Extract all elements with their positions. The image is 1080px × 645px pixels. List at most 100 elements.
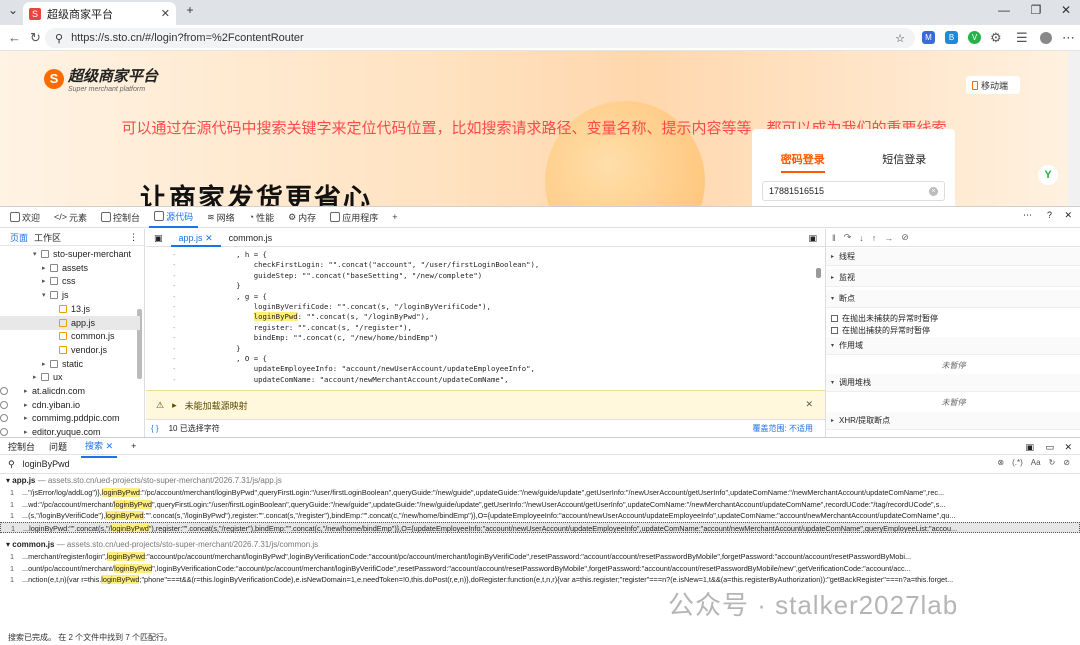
nav-tab-workspace[interactable]: 工作区 (34, 231, 61, 244)
code-line[interactable]: - , O = { (146, 354, 806, 364)
toggle-navigator-icon[interactable]: ▣ (146, 229, 171, 247)
close-devtools-icon[interactable]: ✕ (1064, 210, 1072, 221)
line-gutter[interactable]: - (146, 375, 201, 385)
section-breakpoints[interactable]: ▾ 断点 (826, 290, 1080, 308)
add-tool-button[interactable]: + (387, 207, 402, 228)
pause-caught-checkbox[interactable]: 在抛出捕获的异常时暂停 (831, 325, 930, 336)
tree-item[interactable]: ▸ static (0, 357, 140, 371)
more-icon[interactable]: ⋯ (1062, 30, 1075, 46)
line-gutter[interactable]: - (146, 292, 201, 302)
tab-welcome[interactable]: 欢迎 (5, 207, 45, 228)
case-toggle[interactable]: Aa (1031, 458, 1041, 467)
section-call-stack[interactable]: ▾ 调用堆栈 (826, 374, 1080, 392)
step-over-icon[interactable]: ↷ (844, 232, 852, 243)
clear-input-icon[interactable]: × (929, 186, 938, 196)
code-line[interactable]: - } (146, 344, 806, 354)
tab-elements[interactable]: </> 元素 (49, 207, 92, 228)
pause-uncaught-checkbox[interactable]: 在抛出未捕获的异常时暂停 (831, 313, 938, 324)
clear-search-icon[interactable]: ⊗ (997, 458, 1004, 467)
refresh-icon[interactable]: ↻ (1049, 458, 1056, 467)
line-gutter[interactable]: - (146, 344, 201, 354)
line-gutter[interactable]: - (146, 302, 201, 312)
extensions-icon[interactable]: ⚙ (990, 30, 1002, 46)
code-line[interactable]: - checkFirstLogin: "".concat("account", … (146, 260, 806, 270)
toggle-debugger-icon[interactable]: ▣ (800, 229, 825, 247)
tree-item[interactable]: ▾ sto-super-merchant (0, 247, 140, 261)
extension-v-icon[interactable]: V (968, 31, 981, 44)
nav-more-icon[interactable]: ⋮ (129, 232, 138, 243)
tree-item[interactable]: ▸ commimg.pddpic.com (0, 411, 140, 425)
line-gutter[interactable]: - (146, 312, 201, 322)
phone-input[interactable]: 17881516515 × (762, 181, 945, 201)
mobile-button[interactable]: 移动端 (966, 76, 1020, 94)
tree-item[interactable]: ▸ ux (0, 370, 140, 384)
tree-item[interactable]: ▸ assets (0, 261, 140, 275)
reload-icon[interactable]: ↻ (30, 30, 41, 46)
tab-memory[interactable]: ⚙ 内存 (283, 207, 321, 228)
browser-tab[interactable]: S 超级商家平台 ✕ (23, 2, 176, 25)
close-warning-icon[interactable]: ✕ (805, 399, 813, 410)
close-tab-icon[interactable]: ✕ (161, 7, 170, 20)
result-file-header[interactable]: ▾ common.js — assets.sto.cn/ued-projects… (0, 539, 1080, 551)
assistant-icon[interactable]: Y (1038, 165, 1058, 185)
tab-sources[interactable]: 源代码 (149, 207, 199, 228)
search-input[interactable]: loginByPwd (23, 459, 70, 469)
close-drawer-icon[interactable]: ✕ (1064, 442, 1072, 453)
code-line[interactable]: - , g = { (146, 292, 806, 302)
tree-item[interactable]: app.js (0, 315, 140, 330)
section-threads[interactable]: ▸ 线程 (826, 248, 1080, 266)
line-gutter[interactable]: - (146, 281, 201, 291)
line-gutter[interactable]: - (146, 323, 201, 333)
code-line[interactable]: - guideStep: "".concat("baseSetting", "/… (146, 271, 806, 281)
tab-list-icon[interactable]: ⌄ (3, 3, 23, 17)
nav-tab-page[interactable]: 页面 (10, 231, 28, 244)
search-result-line[interactable]: 1 ..."/jsError/log/addLog")},loginByPwd:"… (0, 487, 1080, 499)
tree-item[interactable]: ▸ css (0, 274, 140, 288)
code-line[interactable]: - loginByPwd: "".concat(s, "/loginByPwd"… (146, 312, 806, 322)
step-out-icon[interactable]: ↑ (872, 233, 877, 243)
tree-item[interactable]: common.js (0, 329, 140, 343)
code-line[interactable]: - } (146, 281, 806, 291)
extension-m-icon[interactable]: M (922, 31, 935, 44)
tab-application[interactable]: 应用程序 (325, 207, 383, 228)
add-drawer-tab-button[interactable]: + (131, 441, 136, 451)
tree-item[interactable]: vendor.js (0, 343, 140, 357)
code-line[interactable]: - , h = { (146, 250, 806, 260)
checkbox-box[interactable] (831, 315, 838, 322)
avatar[interactable] (1040, 32, 1052, 44)
editor-tab-commonjs[interactable]: common.js (221, 229, 281, 247)
line-gutter[interactable]: - (146, 333, 201, 343)
search-result-line[interactable]: 1 ...(s,"/loginByVerifiCode"),loginByPwd:… (0, 510, 1080, 522)
more-tools-icon[interactable]: ⋯ (1023, 210, 1032, 221)
clear-results-icon[interactable]: ⊘ (1063, 458, 1070, 467)
tab-network[interactable]: ≋ 网络 (202, 207, 240, 228)
search-result-line[interactable]: 1 ...wd:"/pc/account/merchant/loginByPwd"… (0, 499, 1080, 511)
search-result-line[interactable]: 1 ...loginByPwd:"".concat(s,"/loginByPwd"… (0, 521, 1080, 533)
minimize-button[interactable]: — (994, 3, 1014, 17)
tree-item[interactable]: 13.js (0, 302, 140, 316)
tab-performance[interactable]: ◔ 性能 (244, 207, 279, 228)
tree-item[interactable]: ▸ at.alicdn.com (0, 384, 140, 398)
close-window-button[interactable]: ✕ (1056, 3, 1076, 17)
help-icon[interactable]: ? (1047, 210, 1052, 220)
pretty-print-icon[interactable]: { } (151, 424, 159, 433)
drawer-tab-console[interactable]: 控制台 (8, 440, 35, 453)
site-info-icon[interactable]: ⚲ (55, 32, 63, 45)
code-line[interactable]: - updateComName: "account/newMerchantAcc… (146, 375, 806, 385)
section-xhr-breakpoints[interactable]: ▸ XHR/提取断点 (826, 412, 1080, 430)
regex-toggle[interactable]: (.*) (1012, 458, 1023, 467)
coverage-link[interactable]: 覆盖范围: 不适用 (753, 423, 813, 434)
section-watch[interactable]: ▸ 监视 (826, 269, 1080, 287)
code-line[interactable]: - loginByVerifiCode: "".concat(s, "/logi… (146, 302, 806, 312)
pause-icon[interactable]: ‖ (832, 233, 836, 243)
tab-password-login[interactable]: 密码登录 (780, 151, 825, 173)
line-gutter[interactable]: - (146, 250, 201, 260)
code-line[interactable]: - updateEmployeeInfo: "account/newUserAc… (146, 364, 806, 374)
restore-button[interactable]: ❐ (1026, 3, 1046, 17)
tree-item[interactable]: ▾ js (0, 288, 140, 302)
tab-sms-login[interactable]: 短信登录 (882, 151, 926, 173)
extension-b-icon[interactable]: B (945, 31, 958, 44)
search-result-line[interactable]: 1 ...nction(e,t,n){var r=this.loginByPwd;… (0, 574, 1080, 586)
expand-arrow-icon[interactable]: ▸ (172, 400, 177, 411)
search-result-line[interactable]: 1 ...merchant/register/login",loginByPwd:… (0, 551, 1080, 563)
